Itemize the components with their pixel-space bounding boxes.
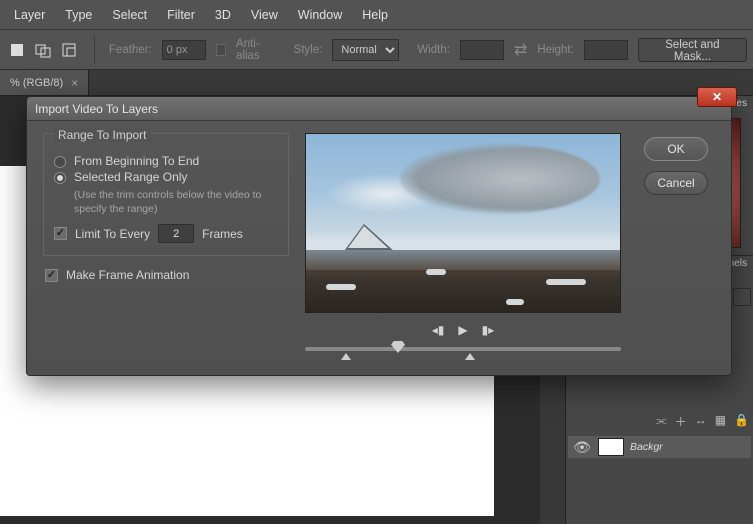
height-input <box>584 40 628 60</box>
transport-controls: ◂▮ ▶ ▮▸ <box>432 323 495 337</box>
new-selection-icon[interactable] <box>6 39 28 61</box>
document-tab-label: % (RGB/8) <box>10 77 63 89</box>
make-animation-row: Make Frame Animation <box>43 268 289 282</box>
feather-label: Feather: <box>109 44 152 56</box>
visibility-eye-icon[interactable]: 👁 <box>572 439 592 456</box>
dialog-titlebar[interactable]: Import Video To Layers ✕ <box>27 97 731 121</box>
link-icon[interactable]: ⫘ <box>656 413 667 430</box>
menu-filter[interactable]: Filter <box>157 2 205 28</box>
make-animation-label: Make Frame Animation <box>66 268 189 282</box>
lock-icon[interactable]: 🔒 <box>734 413 749 430</box>
prev-frame-button[interactable]: ◂▮ <box>432 323 445 337</box>
add-selection-icon[interactable] <box>32 39 54 61</box>
main-menu-bar: Layer Type Select Filter 3D View Window … <box>0 0 753 30</box>
limit-frames-input[interactable] <box>158 224 194 243</box>
playhead-thumb[interactable] <box>391 341 405 353</box>
anti-alias-checkbox <box>216 44 226 56</box>
feather-input[interactable] <box>162 40 206 60</box>
style-label: Style: <box>294 44 323 56</box>
width-input <box>460 40 504 60</box>
video-preview[interactable] <box>305 133 621 313</box>
layer-thumbnail[interactable] <box>598 438 624 456</box>
range-to-import-group: Range To Import From Beginning To End Se… <box>43 133 289 256</box>
background-layer-row[interactable]: 👁 Backgr <box>568 436 751 458</box>
slider-track <box>305 347 621 351</box>
layer-name: Backgr <box>630 441 663 453</box>
menu-view[interactable]: View <box>241 2 288 28</box>
menu-layer[interactable]: Layer <box>4 2 55 28</box>
panel-menu-icon[interactable] <box>733 288 751 306</box>
trim-slider[interactable] <box>305 341 621 357</box>
dialog-center-column: ◂▮ ▶ ▮▸ <box>305 133 621 363</box>
fill-icon[interactable]: ▦ <box>715 413 726 430</box>
swap-dimensions-icon: ⇄ <box>514 40 527 60</box>
height-label: Height: <box>537 44 573 56</box>
make-animation-checkbox[interactable] <box>45 269 58 282</box>
limit-label: Limit To Every <box>75 227 150 241</box>
play-button[interactable]: ▶ <box>458 323 467 337</box>
next-frame-button[interactable]: ▮▸ <box>482 323 495 337</box>
close-tab-icon[interactable]: × <box>71 76 78 90</box>
options-bar: Feather: Anti-alias Style: Normal Width:… <box>0 30 753 70</box>
separator <box>94 36 95 64</box>
menu-type[interactable]: Type <box>55 2 102 28</box>
radio-selected-range[interactable]: Selected Range Only <box>54 170 278 184</box>
radio-icon <box>54 156 66 168</box>
document-tab[interactable]: % (RGB/8) × <box>0 70 89 95</box>
anti-alias-label: Anti-alias <box>236 38 276 62</box>
trim-in-marker[interactable] <box>341 353 351 360</box>
plus-icon[interactable]: ＋ <box>675 413 687 430</box>
ok-button[interactable]: OK <box>644 137 708 161</box>
style-select[interactable]: Normal <box>332 39 399 61</box>
dialog-title: Import Video To Layers <box>35 102 158 116</box>
menu-3d[interactable]: 3D <box>205 2 241 28</box>
range-legend: Range To Import <box>54 128 151 142</box>
width-label: Width: <box>417 44 450 56</box>
document-tabs: % (RGB/8) × <box>0 70 753 96</box>
menu-select[interactable]: Select <box>102 2 157 28</box>
cancel-button[interactable]: Cancel <box>644 171 708 195</box>
close-icon: ✕ <box>712 90 722 104</box>
limit-checkbox[interactable] <box>54 227 67 240</box>
layer-lock-icons: ⫘ ＋ ↔ ▦ 🔒 <box>656 413 749 430</box>
radio-label: Selected Range Only <box>74 170 187 184</box>
frames-label: Frames <box>202 227 243 241</box>
radio-icon <box>54 172 66 184</box>
menu-window[interactable]: Window <box>288 2 352 28</box>
trim-out-marker[interactable] <box>465 353 475 360</box>
arrow-icon[interactable]: ↔ <box>695 413 707 430</box>
import-video-dialog: Import Video To Layers ✕ Range To Import… <box>26 96 732 376</box>
select-and-mask-button[interactable]: Select and Mask... <box>638 38 747 62</box>
selection-mode-icons <box>6 39 80 61</box>
dialog-close-button[interactable]: ✕ <box>697 87 737 107</box>
dialog-buttons: OK Cancel <box>637 133 715 363</box>
range-hint: (Use the trim controls below the video t… <box>74 188 278 216</box>
dialog-left-column: Range To Import From Beginning To End Se… <box>43 133 289 363</box>
radio-from-beginning[interactable]: From Beginning To End <box>54 154 278 168</box>
limit-every-row: Limit To Every Frames <box>54 224 278 243</box>
menu-help[interactable]: Help <box>352 2 398 28</box>
subtract-selection-icon[interactable] <box>58 39 80 61</box>
radio-label: From Beginning To End <box>74 154 199 168</box>
